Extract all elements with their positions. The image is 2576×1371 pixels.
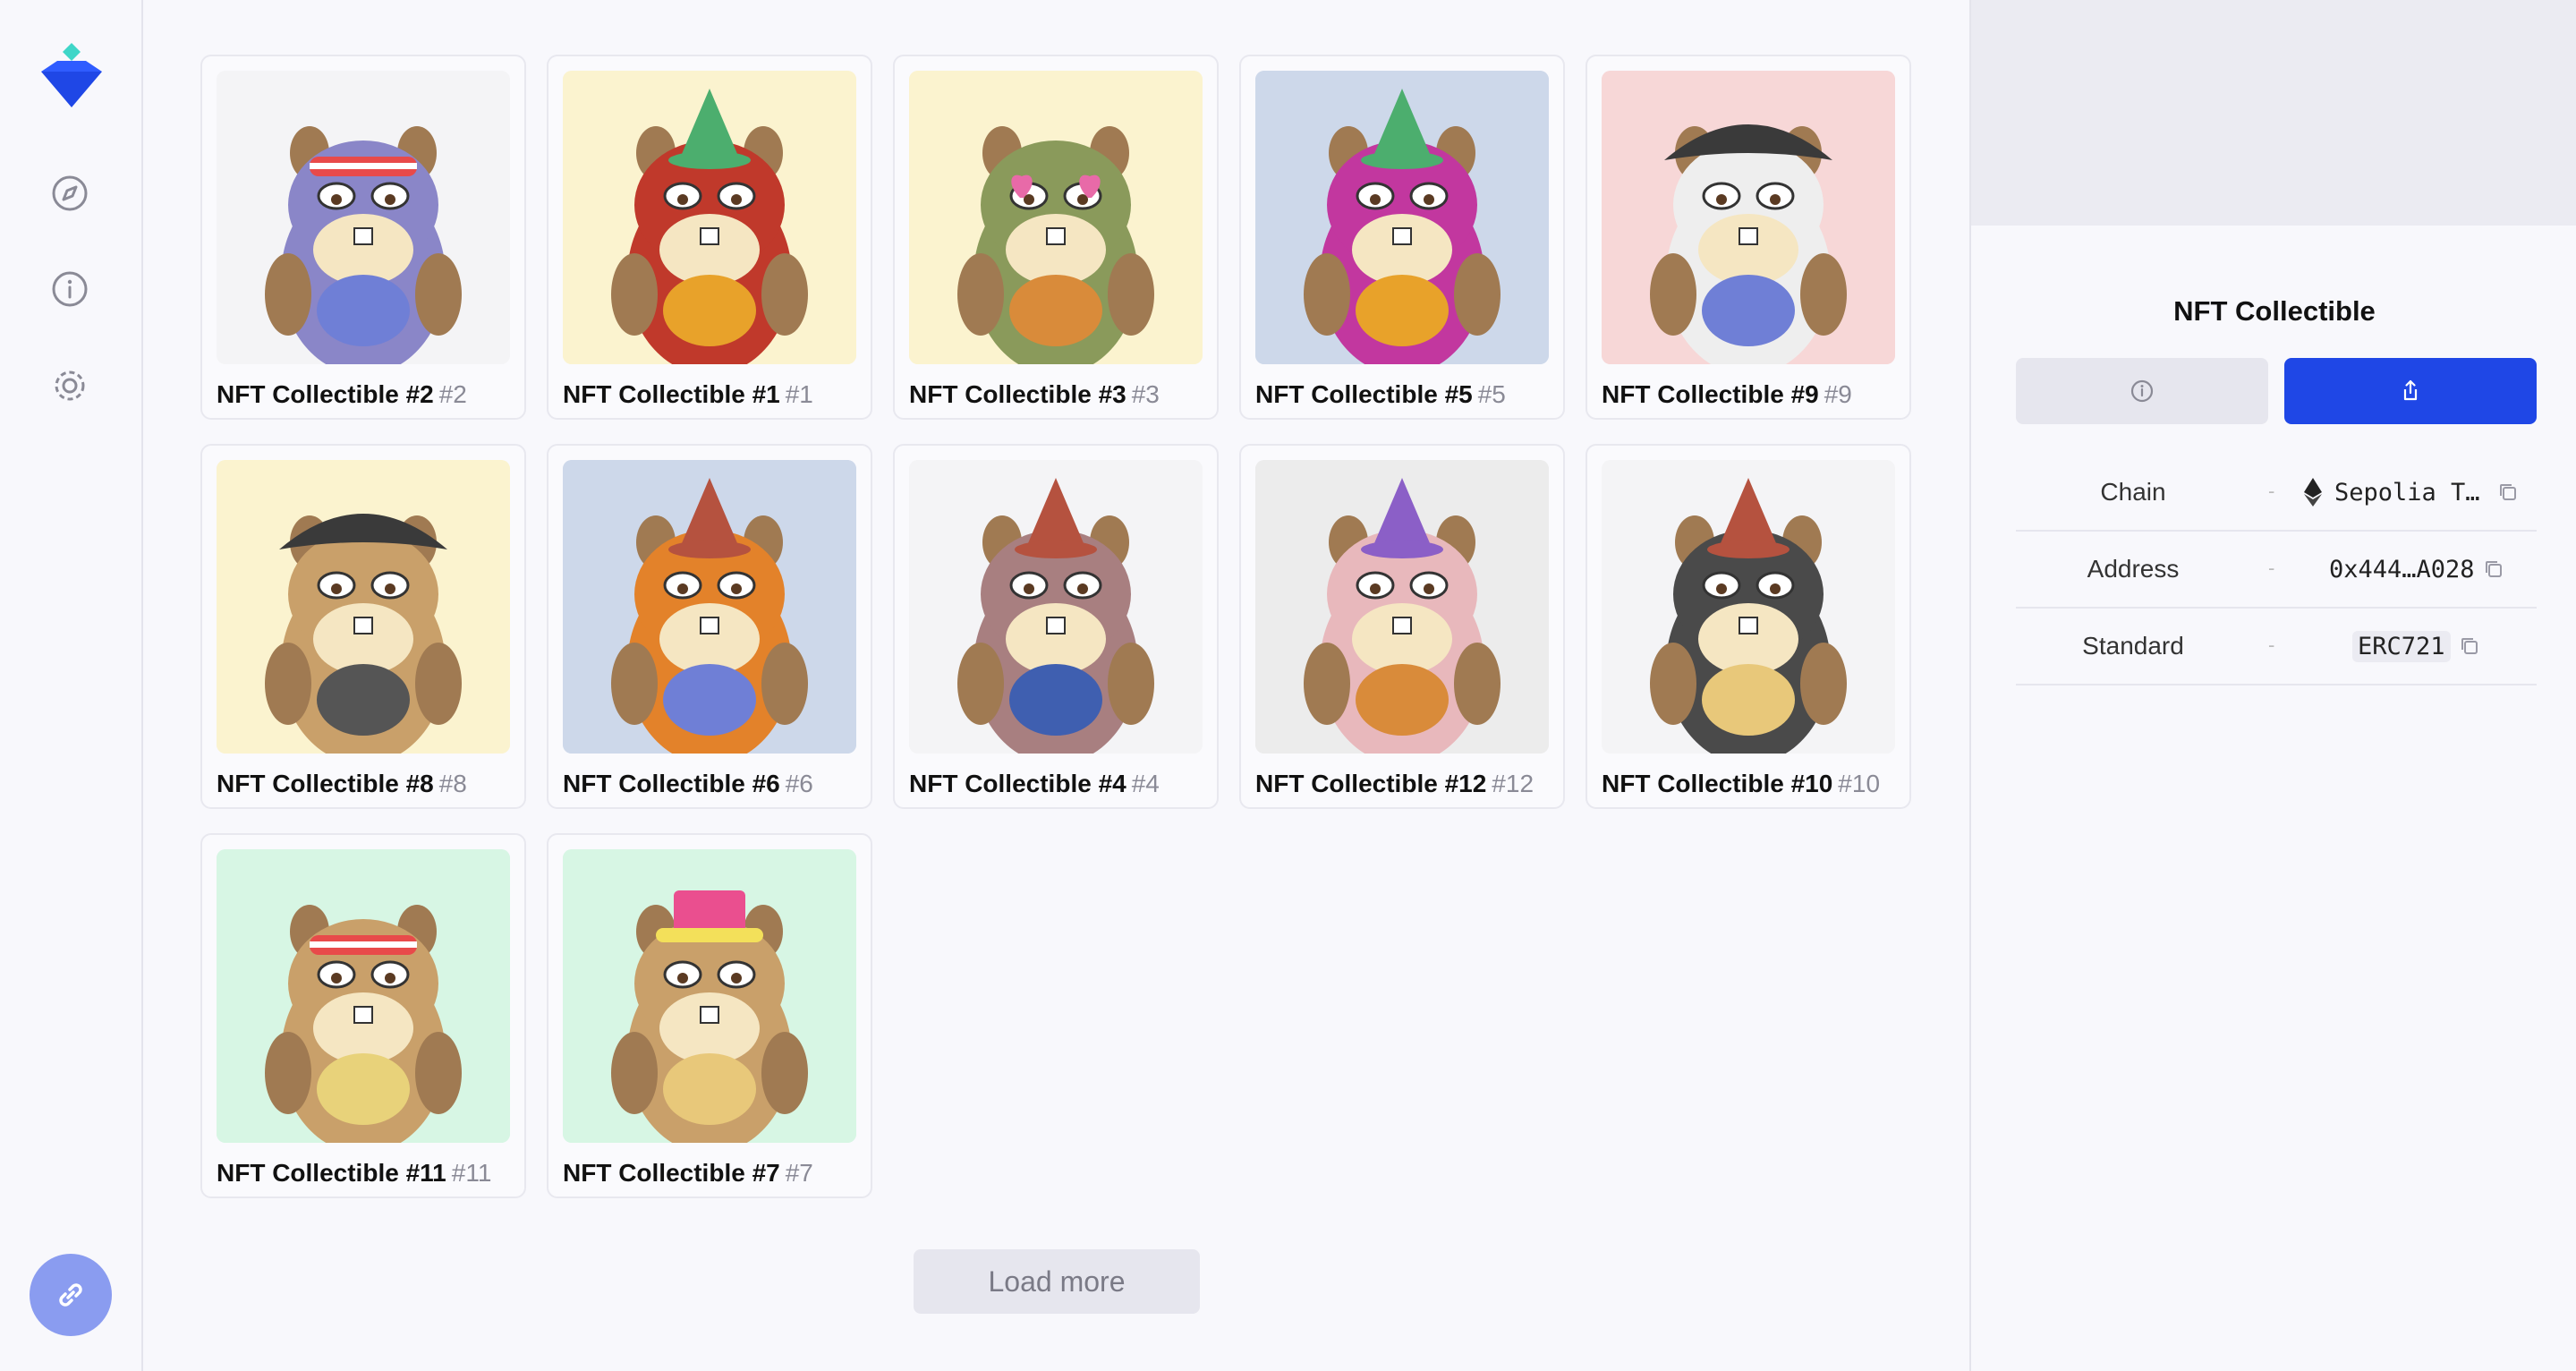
compass-icon[interactable] [50, 174, 89, 213]
nft-card[interactable]: NFT Collectible #5 #5 [1239, 55, 1565, 420]
standard-badge: ERC721 [2352, 630, 2451, 662]
nft-image [909, 71, 1203, 364]
nft-name: NFT Collectible #6 [563, 770, 780, 797]
nft-caption: NFT Collectible #8 #8 [217, 770, 467, 798]
sidebar [0, 0, 143, 1371]
nft-image [563, 849, 856, 1143]
share-button[interactable] [2284, 358, 2537, 424]
nft-name: NFT Collectible #3 [909, 380, 1126, 408]
nft-image [563, 71, 856, 364]
nft-card[interactable]: NFT Collectible #7 #7 [547, 833, 872, 1198]
share-icon [2403, 379, 2418, 401]
nft-image [1255, 460, 1549, 754]
standard-row: Standard - ERC721 [2016, 609, 2537, 686]
info-icon[interactable] [50, 269, 89, 309]
copy-icon[interactable] [2496, 481, 2520, 504]
address-text: 0x444…A028 [2329, 555, 2475, 583]
load-more-button[interactable]: Load more [914, 1249, 1200, 1314]
nft-image [1602, 71, 1895, 364]
nft-card[interactable]: NFT Collectible #8 #8 [200, 444, 526, 809]
nft-gallery: NFT Collectible #2 #2 NFT Collectible #1… [143, 0, 1969, 1371]
address-value: 0x444…A028 [2329, 532, 2505, 607]
nft-token-id: #10 [1838, 770, 1881, 797]
nft-name: NFT Collectible #5 [1255, 380, 1473, 408]
info-button[interactable] [2016, 358, 2268, 424]
nft-card[interactable]: NFT Collectible #9 #9 [1586, 55, 1911, 420]
nft-card[interactable]: NFT Collectible #1 #1 [547, 55, 872, 420]
nft-card[interactable]: NFT Collectible #12 #12 [1239, 444, 1565, 809]
nft-caption: NFT Collectible #6 #6 [563, 770, 813, 798]
nft-name: NFT Collectible #9 [1602, 380, 1819, 408]
nft-token-id: #3 [1131, 380, 1160, 408]
nft-caption: NFT Collectible #9 #9 [1602, 380, 1852, 409]
chain-value: Sepolia T… [2304, 455, 2520, 530]
nft-card[interactable]: NFT Collectible #3 #3 [893, 55, 1219, 420]
nft-caption: NFT Collectible #5 #5 [1255, 380, 1506, 409]
connect-button[interactable] [30, 1254, 112, 1336]
nft-name: NFT Collectible #4 [909, 770, 1126, 797]
nft-caption: NFT Collectible #7 #7 [563, 1159, 813, 1188]
nft-token-id: #9 [1824, 380, 1852, 408]
nft-token-id: #5 [1477, 380, 1506, 408]
diamond-logo[interactable] [39, 39, 104, 111]
link-icon [59, 1283, 82, 1307]
nft-caption: NFT Collectible #2 #2 [217, 380, 467, 409]
nft-card[interactable]: NFT Collectible #2 #2 [200, 55, 526, 420]
copy-icon[interactable] [2458, 634, 2481, 658]
nft-name: NFT Collectible #10 [1602, 770, 1833, 797]
detail-panel: NFT Collectible Chain - Sepolia T… Addre… [1969, 0, 2576, 1371]
gear-icon[interactable] [50, 366, 89, 405]
copy-icon[interactable] [2482, 558, 2505, 581]
nft-name: NFT Collectible #7 [563, 1159, 780, 1187]
nft-image [1602, 460, 1895, 754]
nft-token-id: #6 [785, 770, 813, 797]
nft-caption: NFT Collectible #1 #1 [563, 380, 813, 409]
nft-token-id: #4 [1131, 770, 1160, 797]
nft-caption: NFT Collectible #12 #12 [1255, 770, 1534, 798]
nft-token-id: #11 [451, 1159, 492, 1187]
chain-row: Chain - Sepolia T… [2016, 455, 2537, 532]
nft-name: NFT Collectible #11 [217, 1159, 446, 1187]
nft-image [217, 71, 510, 364]
nft-caption: NFT Collectible #10 #10 [1602, 770, 1880, 798]
chain-label: Chain [2100, 478, 2166, 506]
nft-card[interactable]: NFT Collectible #6 #6 [547, 444, 872, 809]
nft-name: NFT Collectible #1 [563, 380, 780, 408]
nft-card[interactable]: NFT Collectible #4 #4 [893, 444, 1219, 809]
panel-title: NFT Collectible [2173, 295, 2376, 327]
nft-name: NFT Collectible #12 [1255, 770, 1487, 797]
nft-card[interactable]: NFT Collectible #10 #10 [1586, 444, 1911, 809]
nft-image [1255, 71, 1549, 364]
address-label: Address [2087, 555, 2180, 583]
ethereum-icon [2304, 478, 2322, 507]
nft-token-id: #8 [438, 770, 467, 797]
nft-card[interactable]: NFT Collectible #11 #11 [200, 833, 526, 1198]
nft-name: NFT Collectible #8 [217, 770, 434, 797]
nft-caption: NFT Collectible #3 #3 [909, 380, 1160, 409]
nft-image [909, 460, 1203, 754]
collection-banner [1971, 0, 2576, 226]
nft-image [563, 460, 856, 754]
chain-name: Sepolia T… [2334, 478, 2480, 507]
nft-name: NFT Collectible #2 [217, 380, 434, 408]
nft-image [217, 460, 510, 754]
nft-token-id: #12 [1492, 770, 1535, 797]
standard-value: ERC721 [2352, 609, 2481, 684]
standard-label: Standard [2082, 632, 2184, 660]
nft-caption: NFT Collectible #4 #4 [909, 770, 1160, 798]
info-icon [2130, 379, 2154, 403]
nft-token-id: #1 [785, 380, 813, 408]
nft-token-id: #7 [785, 1159, 813, 1187]
nft-token-id: #2 [438, 380, 467, 408]
nft-image [217, 849, 510, 1143]
address-row: Address - 0x444…A028 [2016, 532, 2537, 609]
nft-caption: NFT Collectible #11 #11 [217, 1159, 491, 1188]
